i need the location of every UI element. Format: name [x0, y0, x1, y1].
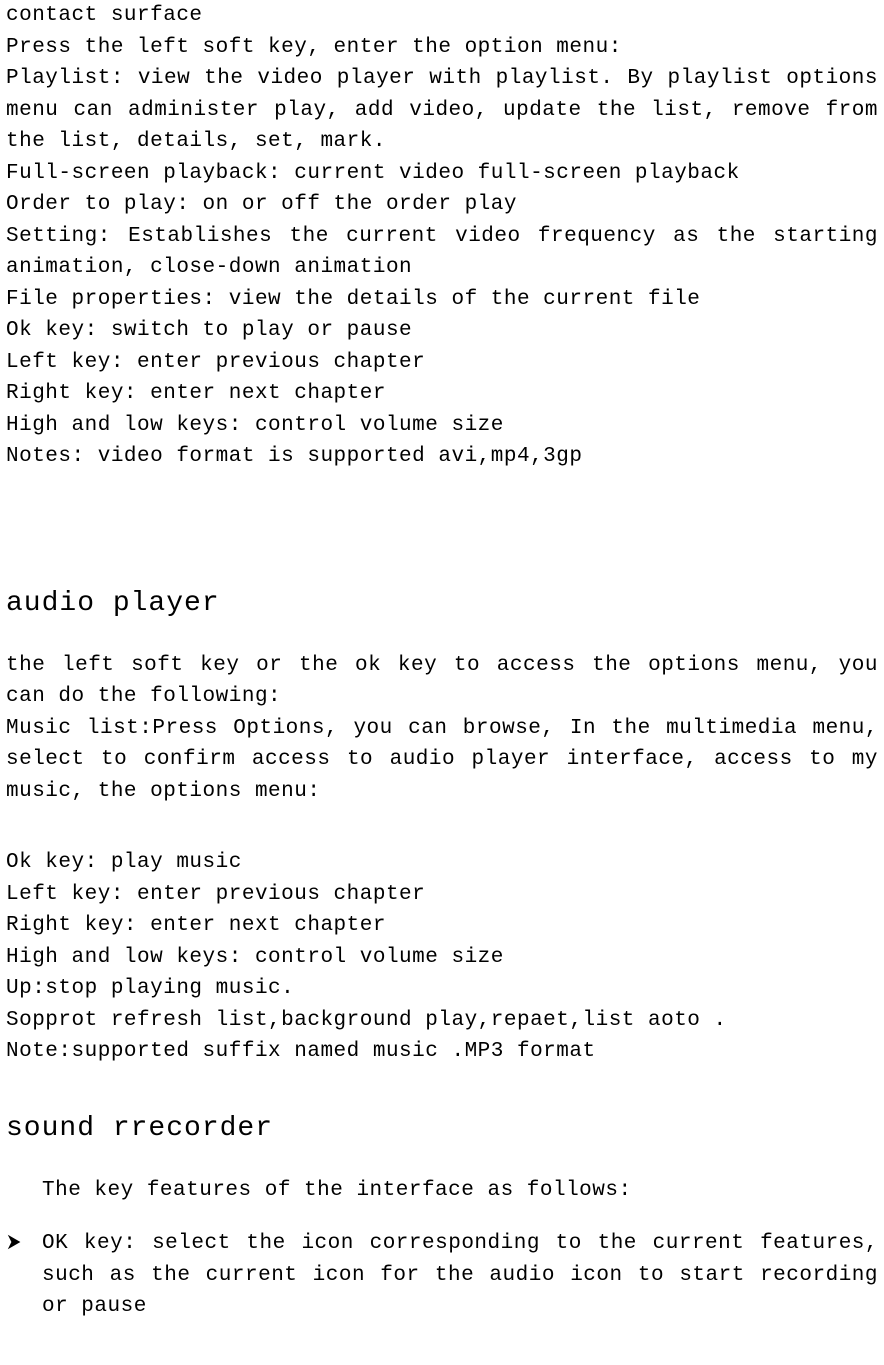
line-setting: Setting: Establishes the current video f… [6, 221, 878, 284]
audio-paragraph-1: the left soft key or the ok key to acces… [6, 650, 878, 713]
document-page: contact surface Press the left soft key,… [0, 0, 884, 1323]
audio-note: Note:supported suffix named music .MP3 f… [6, 1036, 878, 1068]
line-order-to-play: Order to play: on or off the order play [6, 189, 878, 221]
line-contact-surface: contact surface [6, 0, 878, 32]
recorder-bullet-1: OK key: select the icon corresponding to… [6, 1228, 878, 1323]
line-playlist: Playlist: view the video player with pla… [6, 63, 878, 158]
audio-high-low-keys: High and low keys: control volume size [6, 942, 878, 974]
line-high-low-keys: High and low keys: control volume size [6, 410, 878, 442]
line-full-screen: Full-screen playback: current video full… [6, 158, 878, 190]
line-file-properties: File properties: view the details of the… [6, 284, 878, 316]
line-notes: Notes: video format is supported avi,mp4… [6, 441, 878, 473]
audio-left-key: Left key: enter previous chapter [6, 879, 878, 911]
line-ok-key: Ok key: switch to play or pause [6, 315, 878, 347]
audio-right-key: Right key: enter next chapter [6, 910, 878, 942]
audio-paragraph-2: Music list:Press Options, you can browse… [6, 713, 878, 808]
heading-sound-recorder: sound rrecorder [6, 1108, 878, 1150]
audio-up-key: Up:stop playing music. [6, 973, 878, 1005]
recorder-intro: The key features of the interface as fol… [6, 1175, 878, 1207]
line-press-left-soft-key: Press the left soft key, enter the optio… [6, 32, 878, 64]
audio-ok-key: Ok key: play music [6, 847, 878, 879]
spacer [6, 473, 878, 543]
heading-audio-player: audio player [6, 583, 878, 625]
spacer [6, 807, 878, 847]
arrow-right-icon [6, 1228, 42, 1251]
audio-support-line: Sopprot refresh list,background play,rep… [6, 1005, 878, 1037]
line-left-key: Left key: enter previous chapter [6, 347, 878, 379]
line-right-key: Right key: enter next chapter [6, 378, 878, 410]
recorder-bullet-1-text: OK key: select the icon corresponding to… [42, 1228, 878, 1323]
